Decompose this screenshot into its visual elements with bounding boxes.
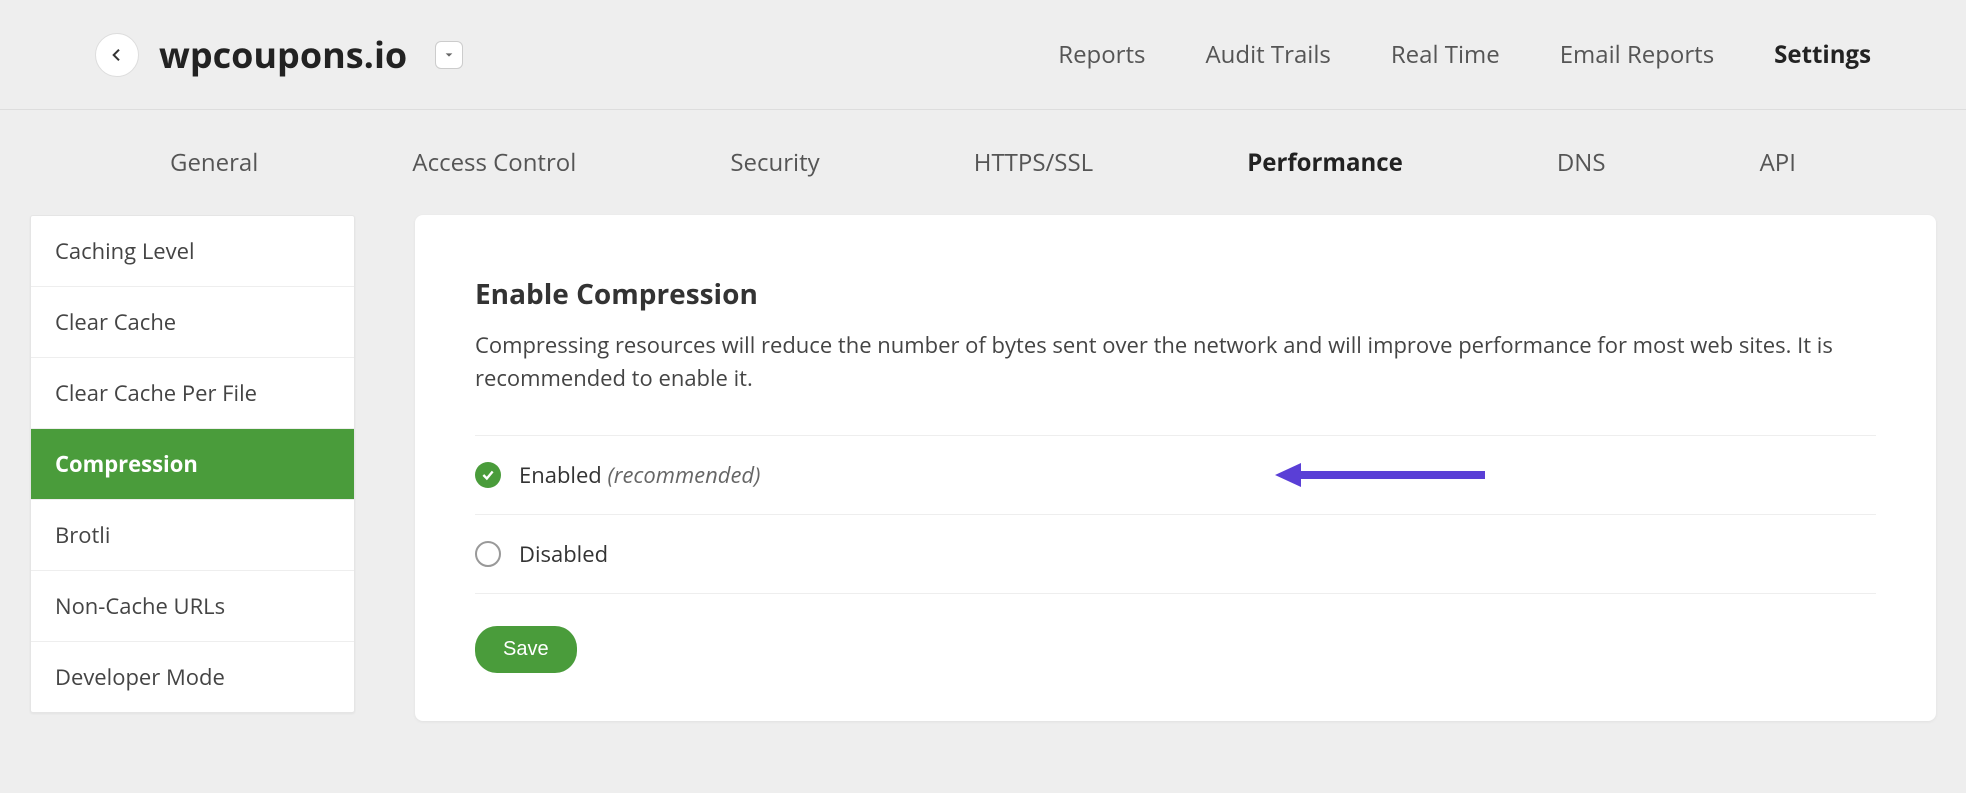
option-enabled-sub: (recommended) <box>608 460 761 490</box>
sidebar-item-developer-mode[interactable]: Developer Mode <box>31 642 354 712</box>
nav-real-time[interactable]: Real Time <box>1391 38 1500 71</box>
site-dropdown-button[interactable] <box>435 41 463 69</box>
header-left: wpcoupons.io <box>95 30 463 79</box>
tab-api[interactable]: API <box>1760 146 1796 179</box>
content: Caching Level Clear Cache Clear Cache Pe… <box>0 215 1966 761</box>
sub-nav: General Access Control Security HTTPS/SS… <box>0 110 1966 215</box>
option-enabled-text: Enabled <box>519 460 602 490</box>
nav-audit-trails[interactable]: Audit Trails <box>1205 38 1330 71</box>
main-panel: Enable Compression Compressing resources… <box>415 215 1936 721</box>
sidebar-item-non-cache-urls[interactable]: Non-Cache URLs <box>31 571 354 642</box>
option-disabled-row[interactable]: Disabled <box>475 514 1876 594</box>
radio-enabled[interactable] <box>475 462 501 488</box>
sidebar-item-clear-cache[interactable]: Clear Cache <box>31 287 354 358</box>
tab-general[interactable]: General <box>170 146 258 179</box>
panel-description: Compressing resources will reduce the nu… <box>475 329 1876 395</box>
nav-email-reports[interactable]: Email Reports <box>1560 38 1714 71</box>
sidebar-item-clear-cache-per-file[interactable]: Clear Cache Per File <box>31 358 354 429</box>
radio-disabled[interactable] <box>475 541 501 567</box>
option-disabled-label: Disabled <box>519 539 608 569</box>
sub-nav-inner: General Access Control Security HTTPS/SS… <box>0 146 1966 179</box>
option-enabled-label: Enabled (recommended) <box>519 460 760 490</box>
tab-dns[interactable]: DNS <box>1557 146 1606 179</box>
option-enabled-row[interactable]: Enabled (recommended) <box>475 435 1876 514</box>
tab-https-ssl[interactable]: HTTPS/SSL <box>974 146 1093 179</box>
annotation-arrow-icon <box>1275 461 1485 489</box>
top-nav: Reports Audit Trails Real Time Email Rep… <box>1058 38 1871 71</box>
site-title: wpcoupons.io <box>159 30 407 79</box>
sidebar-item-brotli[interactable]: Brotli <box>31 500 354 571</box>
save-button[interactable]: Save <box>475 626 577 673</box>
nav-reports[interactable]: Reports <box>1058 38 1145 71</box>
caret-down-icon <box>444 50 454 60</box>
tab-access-control[interactable]: Access Control <box>412 146 576 179</box>
check-icon <box>481 468 495 482</box>
tab-performance[interactable]: Performance <box>1247 146 1403 179</box>
panel-title: Enable Compression <box>475 275 1876 313</box>
sidebar-item-caching-level[interactable]: Caching Level <box>31 216 354 287</box>
tab-security[interactable]: Security <box>730 146 819 179</box>
arrow-left-icon <box>109 47 125 63</box>
nav-settings[interactable]: Settings <box>1774 38 1871 71</box>
sidebar-item-compression[interactable]: Compression <box>31 429 354 500</box>
header: wpcoupons.io Reports Audit Trails Real T… <box>0 0 1966 110</box>
back-button[interactable] <box>95 33 139 77</box>
sidebar: Caching Level Clear Cache Clear Cache Pe… <box>30 215 355 713</box>
